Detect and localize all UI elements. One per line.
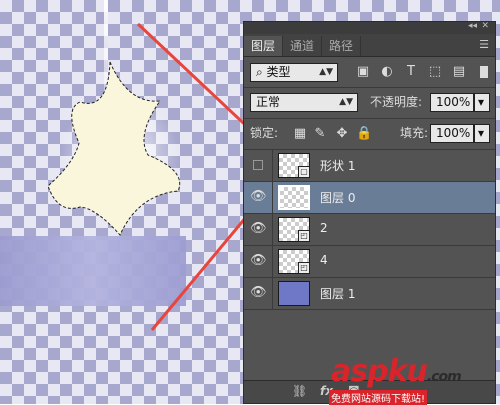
layer-name[interactable]: 4	[320, 253, 328, 267]
layer-row-4[interactable]: 👁 ◰ 4	[244, 246, 495, 278]
layer-thumbnail: ◰	[278, 249, 310, 274]
lock-label: 锁定:	[250, 126, 279, 140]
smart-object-filter-icon[interactable]: ▤	[450, 63, 468, 81]
panel-menu-icon[interactable]: ☰	[478, 38, 490, 51]
opacity-dropdown-button[interactable]: ▾	[474, 93, 490, 112]
visibility-toggle-off[interactable]	[253, 160, 263, 170]
opacity-label: 不透明度:	[370, 95, 423, 109]
lock-transparent-pixels-icon[interactable]: ▦	[292, 126, 308, 142]
eye-icon[interactable]: 👁	[250, 189, 267, 205]
panel-tabs: 图层 通道 路径 ☰	[244, 34, 495, 57]
layer-row-layer-0[interactable]: 👁 图层 0	[244, 182, 495, 214]
layer-row-shape-1[interactable]: ▢ 形状 1	[244, 150, 495, 182]
link-layers-icon[interactable]: ⛓	[292, 384, 307, 398]
tab-paths[interactable]: 路径	[322, 36, 362, 56]
fill-label: 填充:	[400, 126, 429, 140]
filter-toggle-icon[interactable]	[480, 66, 488, 78]
filter-type-select[interactable]: ⌕ 类型 ▲▼	[250, 63, 338, 82]
divider	[272, 246, 273, 277]
eye-icon[interactable]: 👁	[250, 285, 267, 301]
smart-object-icon: ◰	[298, 262, 310, 274]
layer-thumbnail	[278, 185, 310, 210]
watermark-logo: aspku.com 免费网站源码下载站!	[325, 352, 500, 405]
fill-dropdown-button[interactable]: ▾	[474, 124, 490, 143]
tab-channels[interactable]: 通道	[283, 36, 323, 56]
layer-name[interactable]: 形状 1	[320, 157, 355, 174]
lock-all-icon[interactable]: 🔒	[356, 126, 372, 142]
divider	[272, 150, 273, 181]
filter-type-value: 类型	[266, 65, 291, 79]
shape-filter-icon[interactable]: ⬚	[426, 63, 444, 81]
layer-thumbnail: ▢	[278, 153, 310, 178]
vector-mask-icon: ▢	[298, 166, 310, 178]
collapse-icon[interactable]: ◂◂	[468, 21, 477, 31]
pixel-filter-icon[interactable]: ▣	[354, 63, 372, 81]
brand-logo: aspku.com	[331, 354, 462, 389]
layer-list: ▢ 形状 1 👁 图层 0 👁 ◰ 2 👁 ◰ 4 👁 图层 1	[244, 150, 495, 310]
blend-mode-value: 正常	[256, 95, 281, 109]
blend-row: 正常 ▲▼ 不透明度: 100% ▾	[244, 88, 495, 118]
star-shape	[47, 61, 180, 236]
eye-icon[interactable]: 👁	[250, 221, 267, 237]
lock-image-pixels-icon[interactable]: ✎	[312, 126, 328, 142]
layer-row-layer-1[interactable]: 👁 图层 1	[244, 278, 495, 310]
layer-row-2[interactable]: 👁 ◰ 2	[244, 214, 495, 246]
layer-thumbnail: ◰	[278, 217, 310, 242]
tab-layers[interactable]: 图层	[244, 36, 284, 56]
chevron-down-icon: ▲▼	[319, 67, 333, 77]
layers-panel: ◂◂ ✕ 图层 通道 路径 ☰ ⌕ 类型 ▲▼ ▣ ◐ T ⬚ ▤ 正常 ▲▼ …	[243, 21, 496, 404]
layer-name[interactable]: 图层 1	[320, 285, 355, 302]
brand-name: aspku	[331, 354, 428, 389]
brand-tagline: 免费网站源码下载站!	[329, 390, 428, 405]
search-icon: ⌕	[256, 65, 267, 79]
fill-input[interactable]: 100%	[430, 124, 474, 143]
divider	[272, 214, 273, 245]
eye-icon[interactable]: 👁	[250, 253, 267, 269]
lock-position-icon[interactable]: ✥	[334, 126, 350, 142]
panel-titlebar: ◂◂ ✕	[244, 21, 495, 34]
arrow-line-bottom	[150, 209, 254, 331]
layer-name[interactable]: 图层 0	[320, 189, 355, 206]
text-filter-icon[interactable]: T	[402, 63, 420, 81]
lock-row: 锁定: ▦ ✎ ✥ 🔒 填充: 100% ▾	[244, 119, 495, 149]
layer-thumbnail	[278, 281, 310, 306]
divider	[272, 182, 273, 213]
layer-name[interactable]: 2	[320, 221, 328, 235]
blend-mode-select[interactable]: 正常 ▲▼	[250, 93, 358, 112]
chevron-down-icon: ▲▼	[339, 97, 353, 107]
adjustment-filter-icon[interactable]: ◐	[378, 63, 396, 81]
opacity-input[interactable]: 100%	[430, 93, 474, 112]
close-icon[interactable]: ✕	[481, 21, 489, 31]
filter-icons: ▣ ◐ T ⬚ ▤	[354, 63, 468, 81]
smart-object-icon: ◰	[298, 230, 310, 242]
divider	[272, 278, 273, 309]
brand-domain-suffix: .com	[426, 369, 462, 385]
filter-row: ⌕ 类型 ▲▼ ▣ ◐ T ⬚ ▤	[244, 57, 495, 87]
